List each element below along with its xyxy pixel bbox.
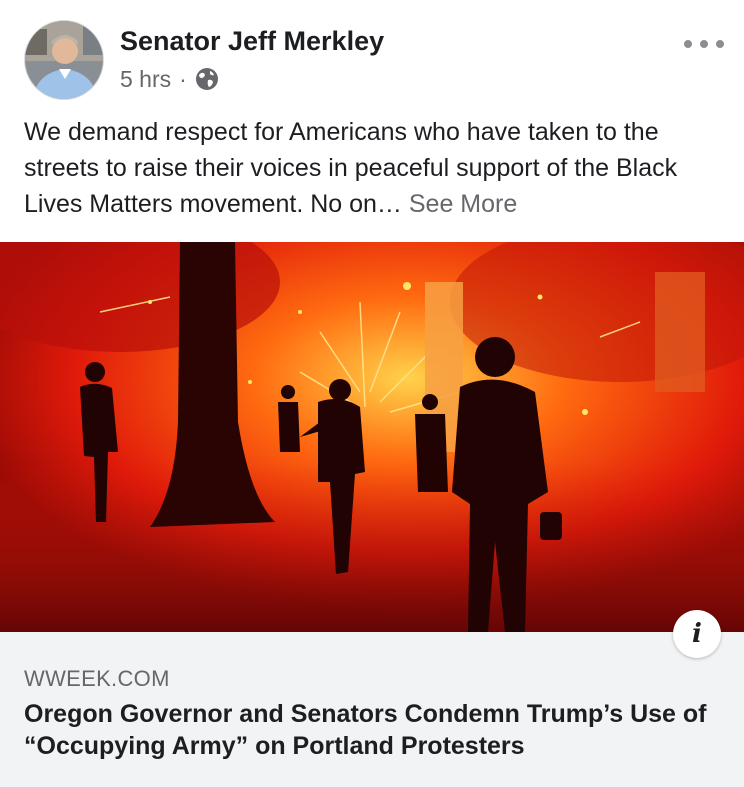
ellipsis-icon-dot	[684, 40, 692, 48]
avatar-photo	[25, 21, 103, 99]
avatar[interactable]	[24, 20, 104, 100]
meta-separator: ·	[179, 65, 187, 92]
link-title[interactable]: Oregon Governor and Senators Condemn Tru…	[24, 698, 724, 762]
link-preview-image[interactable]	[0, 242, 744, 632]
see-more-link[interactable]: See More	[409, 190, 517, 218]
link-domain: WWEEK.COM	[24, 666, 170, 691]
post-body: We demand respect for Americans who have…	[24, 118, 678, 218]
ellipsis-icon-dot	[716, 40, 724, 48]
link-preview-card[interactable]: WWEEK.COM Oregon Governor and Senators C…	[0, 632, 744, 787]
info-icon[interactable]: i	[673, 610, 721, 658]
globe-icon[interactable]	[195, 67, 219, 91]
post-text: We demand respect for Americans who have…	[24, 114, 724, 222]
author-name[interactable]: Senator Jeff Merkley	[120, 26, 384, 57]
more-options-button[interactable]	[684, 34, 724, 54]
post-header: Senator Jeff Merkley 5 hrs ·	[24, 20, 724, 102]
ellipsis-icon-dot	[700, 40, 708, 48]
post-meta: 5 hrs ·	[120, 64, 219, 94]
post-timestamp[interactable]: 5 hrs	[120, 66, 171, 93]
